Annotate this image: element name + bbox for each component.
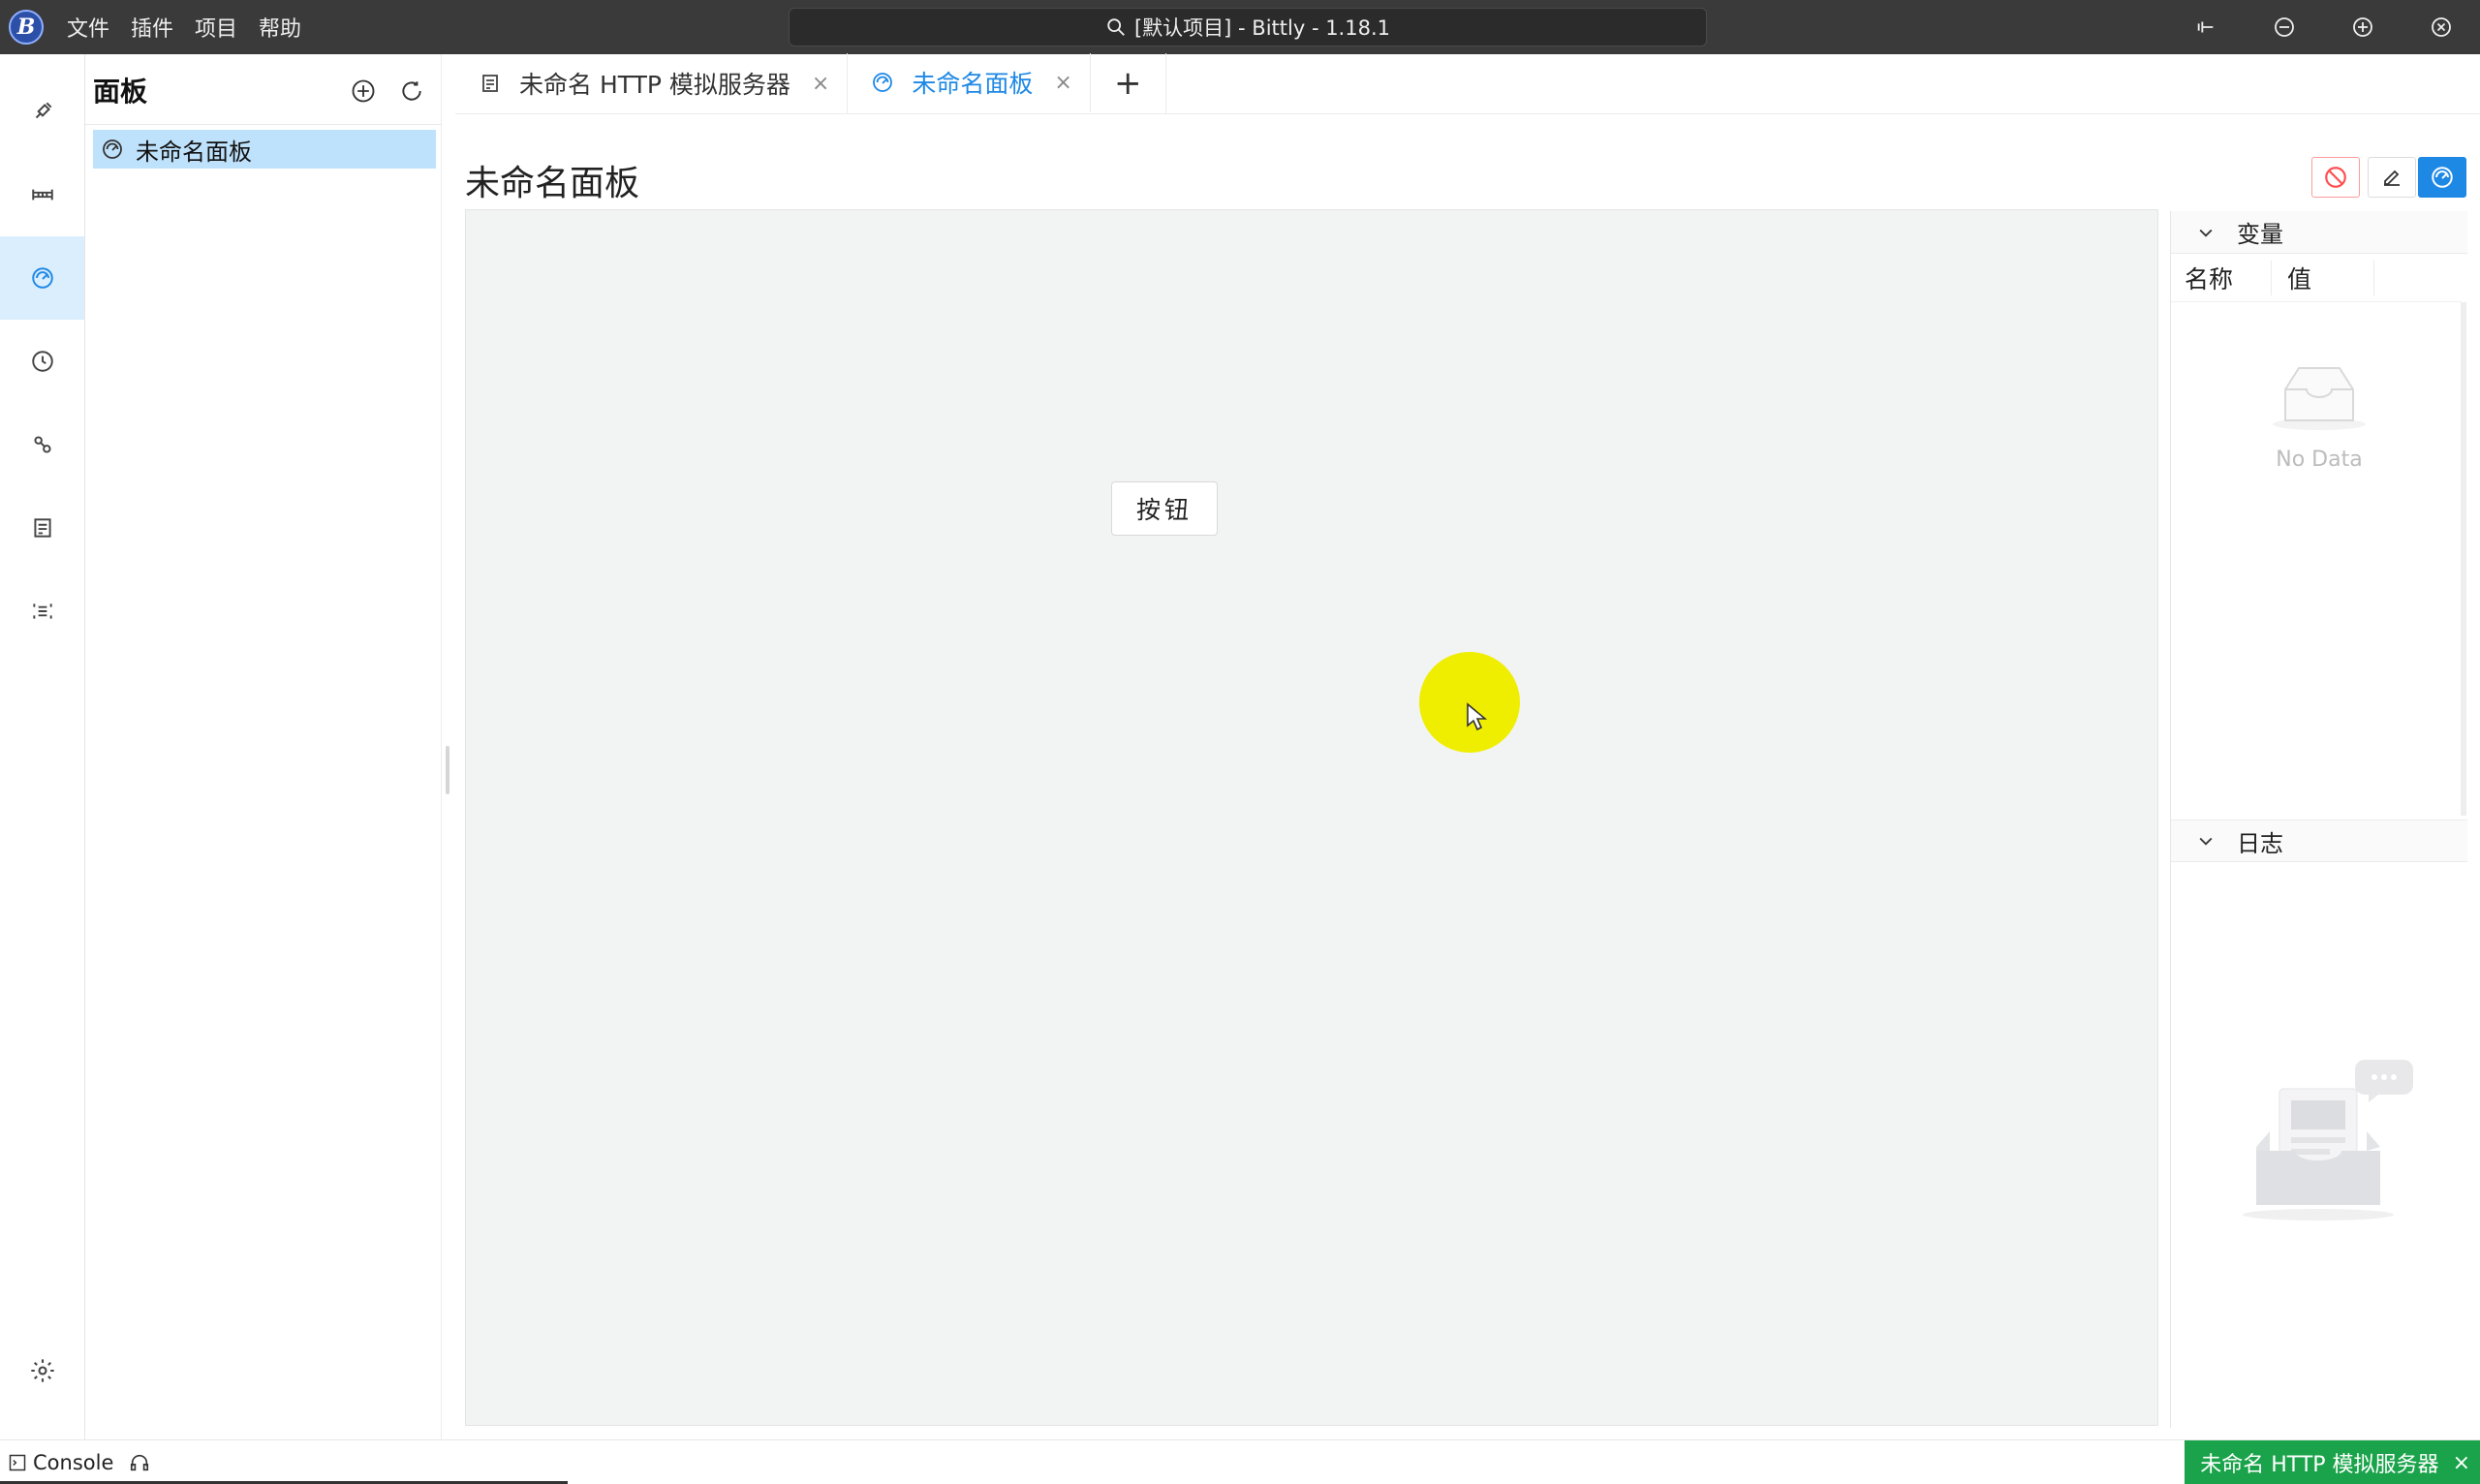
- column-header-name: 名称: [2171, 260, 2272, 295]
- app-logo: B: [9, 10, 44, 45]
- divider: [85, 124, 442, 125]
- link-icon: [33, 436, 51, 453]
- logs-section-title: 日志: [2237, 829, 2283, 857]
- canvas-widget-button[interactable]: 按钮: [1111, 481, 1218, 536]
- close-window-button[interactable]: [2402, 0, 2480, 54]
- menu-bar: 文件 插件 项目 帮助: [67, 12, 323, 43]
- variables-scrollbar[interactable]: [2461, 302, 2466, 816]
- empty-state-text: No Data: [2276, 448, 2363, 472]
- maximize-icon: [2352, 17, 2372, 37]
- add-panel-button[interactable]: [346, 74, 381, 108]
- add-tab-button[interactable]: +: [1091, 53, 1166, 113]
- empty-state: No Data: [2171, 356, 2467, 472]
- dashboard-icon: [103, 139, 122, 159]
- title-bar: B 文件 插件 项目 帮助 [默认项目] - Bittly - 1.18.1: [0, 0, 2480, 54]
- console-label: Console: [33, 1450, 114, 1474]
- variables-section-header[interactable]: 变量: [2171, 211, 2467, 254]
- activity-list[interactable]: [0, 570, 84, 653]
- dashboard-icon: [31, 267, 53, 289]
- plug-icon: [35, 102, 51, 119]
- side-panel-header: 面板: [85, 54, 441, 126]
- variables-section-title: 变量: [2237, 221, 2283, 248]
- tab-close-button[interactable]: ×: [812, 72, 829, 96]
- settings-icon: [30, 1359, 54, 1382]
- run-dashboard-button[interactable]: [2418, 157, 2466, 198]
- terminal-icon: [9, 1454, 26, 1470]
- headset-button[interactable]: [129, 1452, 150, 1473]
- empty-logs-illustration-icon: [2241, 1050, 2434, 1228]
- chevron-down-icon: [2199, 229, 2213, 237]
- server-status-badge[interactable]: 未命名 HTTP 模拟服务器 ×: [2185, 1440, 2480, 1484]
- side-panel-title: 面板: [93, 76, 148, 108]
- sidebar-item-untitled-panel[interactable]: 未命名面板: [93, 130, 436, 169]
- variables-table-header: 名称 值: [2171, 254, 2462, 302]
- menu-plugins[interactable]: 插件: [131, 12, 173, 43]
- activity-settings[interactable]: [0, 1329, 84, 1412]
- mock-server-icon: [482, 75, 498, 92]
- mock-server-icon: [33, 518, 51, 538]
- dashboard-icon: [873, 73, 893, 92]
- timer-icon: [31, 351, 53, 372]
- window-controls: [2166, 0, 2480, 54]
- tab-untitled-panel[interactable]: 未命名面板 ×: [848, 53, 1091, 113]
- window-title: [默认项目] - Bittly - 1.18.1: [1133, 16, 1390, 40]
- maximize-button[interactable]: [2323, 0, 2402, 54]
- tab-label: 未命名 HTTP 模拟服务器: [519, 71, 790, 99]
- sidebar-item-label: 未命名面板: [136, 138, 252, 166]
- empty-inbox-icon: [2273, 367, 2366, 430]
- activity-links[interactable]: [0, 403, 84, 486]
- logs-section-header[interactable]: 日志: [2171, 819, 2467, 862]
- panel-title: 未命名面板: [465, 164, 640, 203]
- right-panel: 变量 名称 值 No Data 日志: [2170, 211, 2467, 1428]
- minimize-button[interactable]: [2245, 0, 2323, 54]
- ban-icon: [2325, 167, 2346, 188]
- bridge-icon: [31, 189, 53, 201]
- panel-toolbar: [2304, 157, 2466, 198]
- server-status-close-button[interactable]: ×: [2453, 1451, 2470, 1475]
- tab-bar: 未命名 HTTP 模拟服务器 × 未命名面板 × +: [455, 53, 2480, 114]
- menu-file[interactable]: 文件: [67, 12, 109, 43]
- activity-timer[interactable]: [0, 320, 84, 403]
- activity-bridge[interactable]: [0, 153, 84, 236]
- dashboard-icon: [2432, 167, 2453, 188]
- mouse-cursor-icon: [1467, 702, 1487, 731]
- column-header-value: 值: [2272, 260, 2374, 295]
- refresh-button[interactable]: [394, 74, 429, 108]
- status-bar: Console 未命名 HTTP 模拟服务器 ×: [0, 1439, 2480, 1484]
- menu-project[interactable]: 项目: [195, 12, 237, 43]
- edit-button[interactable]: [2368, 157, 2416, 198]
- headset-icon: [131, 1454, 149, 1470]
- activity-bar: [0, 54, 85, 1439]
- server-status-label: 未命名 HTTP 模拟服务器: [2200, 1453, 2439, 1477]
- minimize-icon: [2274, 17, 2294, 37]
- close-icon: [2431, 17, 2451, 37]
- panel-canvas[interactable]: 按钮: [465, 209, 2158, 1426]
- side-panel: 面板 未命名面板: [85, 54, 442, 1439]
- refresh-icon: [402, 81, 421, 101]
- sidebar-resize-handle[interactable]: [446, 746, 450, 794]
- menu-help[interactable]: 帮助: [259, 12, 301, 43]
- tab-mock-server[interactable]: 未命名 HTTP 模拟服务器 ×: [455, 53, 849, 113]
- add-circle-icon: [352, 79, 375, 103]
- console-button[interactable]: Console: [0, 1441, 113, 1484]
- pin-button[interactable]: [2166, 0, 2245, 54]
- activity-mock-server[interactable]: [0, 486, 84, 570]
- list-icon: [32, 603, 52, 619]
- edit-icon: [2384, 170, 2400, 186]
- pin-icon: [2197, 21, 2213, 33]
- stop-button[interactable]: [2311, 157, 2360, 198]
- chevron-down-icon: [2199, 837, 2213, 846]
- tab-close-button[interactable]: ×: [1054, 71, 1071, 95]
- command-search-bar[interactable]: [默认项目] - Bittly - 1.18.1: [789, 8, 1707, 46]
- activity-plugins[interactable]: [0, 70, 84, 153]
- activity-dashboard[interactable]: [0, 236, 84, 320]
- tab-label: 未命名面板: [912, 70, 1034, 98]
- search-icon: [1107, 18, 1125, 36]
- cursor-highlight: [1419, 652, 1520, 753]
